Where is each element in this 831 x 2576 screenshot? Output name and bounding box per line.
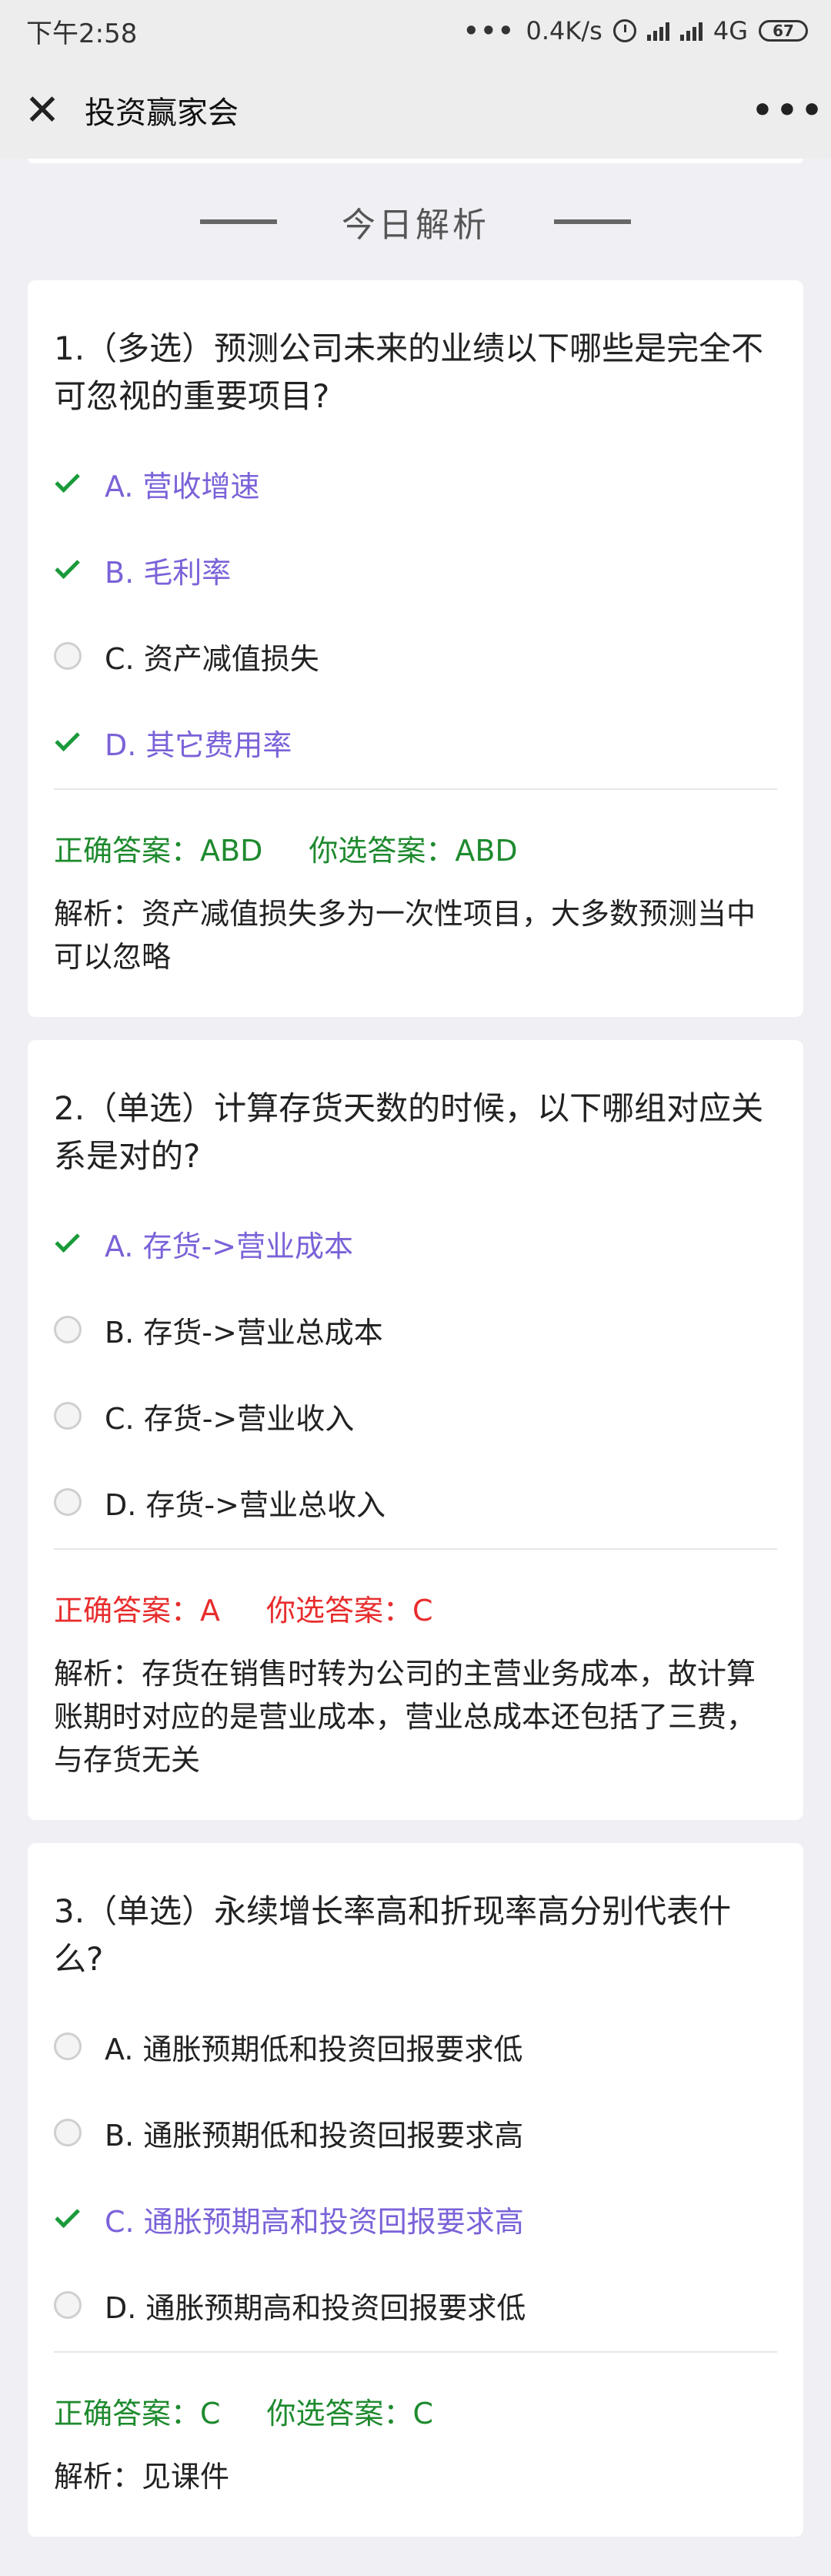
answer-summary: 正确答案：A 你选答案：C [54, 1587, 777, 1629]
section-header: 今日解析 [0, 163, 831, 280]
option-label: C. 通胀预期高和投资回报要求高 [105, 2204, 524, 2239]
status-indicators: ••• 0.4K/s 4G 67 [463, 16, 808, 45]
option-b[interactable]: B. 通胀预期低和投资回报要求高 [54, 2089, 777, 2176]
network-speed: 0.4K/s [526, 16, 602, 45]
option-label: B. 毛利率 [105, 555, 232, 590]
battery-icon: 67 [759, 20, 808, 42]
option-label: A. 存货->营业成本 [105, 1229, 354, 1263]
option-label: A. 通胀预期低和投资回报要求低 [105, 2032, 523, 2066]
check-icon [55, 2203, 80, 2229]
section-title: 今日解析 [342, 206, 489, 245]
page-title: 投资赢家会 [85, 95, 239, 131]
signal-icon [646, 21, 669, 41]
option-a[interactable]: A. 营收增速 [54, 440, 777, 527]
check-icon [55, 726, 80, 752]
option-d[interactable]: D. 存货->营业总收入 [54, 1459, 777, 1545]
radio-icon [54, 1316, 82, 1343]
option-label: D. 通胀预期高和投资回报要求低 [105, 2290, 526, 2325]
option-b[interactable]: B. 存货->营业总成本 [54, 1286, 777, 1373]
option-label: D. 其它费用率 [105, 728, 292, 762]
analysis-text: 解析：见课件 [54, 2460, 230, 2494]
nav-bar: ✕ 投资赢家会 ••• [0, 62, 831, 159]
option-c[interactable]: C. 通胀预期高和投资回报要求高 [54, 2176, 777, 2262]
option-a[interactable]: A. 通胀预期低和投资回报要求低 [54, 2003, 777, 2089]
radio-icon [54, 2032, 82, 2060]
question-card-2: 2.（单选）计算存货天数的时候，以下哪组对应关系是对的? A. 存货->营业成本… [28, 1040, 803, 1820]
option-label: B. 通胀预期低和投资回报要求高 [105, 2118, 524, 2153]
question-text: 2.（单选）计算存货天数的时候，以下哪组对应关系是对的? [54, 1089, 764, 1175]
option-c[interactable]: C. 资产减值损失 [54, 613, 777, 699]
option-b[interactable]: B. 毛利率 [54, 527, 777, 613]
answer-summary: 正确答案：C 你选答案：C [54, 2390, 777, 2432]
radio-icon [54, 1402, 82, 1430]
option-label: C. 资产减值损失 [105, 641, 319, 676]
question-text: 1.（多选）预测公司未来的业绩以下哪些是完全不可忽视的重要项目? [54, 330, 764, 415]
correct-answer: 正确答案：C [54, 2397, 221, 2430]
battery-level: 67 [773, 22, 794, 40]
option-d[interactable]: D. 其它费用率 [54, 699, 777, 785]
option-label: B. 存货->营业总成本 [105, 1315, 383, 1350]
more-icon: ••• [751, 90, 826, 130]
status-bar: 下午2:58 ••• 0.4K/s 4G 67 [0, 0, 831, 62]
radio-icon [54, 1488, 82, 1516]
divider [54, 1548, 777, 1550]
correct-answer: 正确答案：ABD [54, 834, 263, 868]
section-divider-left [200, 219, 277, 224]
alarm-icon [612, 19, 636, 42]
check-icon [55, 1227, 80, 1253]
close-button[interactable]: ✕ [0, 62, 85, 159]
more-notifications-icon: ••• [463, 16, 516, 45]
radio-icon [54, 2291, 82, 2319]
question-card-3: 3.（单选）永续增长率高和折现率高分别代表什么? A. 通胀预期低和投资回报要求… [28, 1843, 803, 2537]
content: 今日解析 1.（多选）预测公司未来的业绩以下哪些是完全不可忽视的重要项目? A.… [0, 159, 831, 2560]
option-label: A. 营收增速 [105, 469, 260, 503]
radio-icon [54, 2119, 82, 2146]
question-card-1: 1.（多选）预测公司未来的业绩以下哪些是完全不可忽视的重要项目? A. 营收增速… [28, 280, 803, 1017]
option-a[interactable]: A. 存货->营业成本 [54, 1200, 777, 1286]
your-answer: 你选答案：C [266, 1594, 433, 1628]
signal-icon-2 [679, 21, 703, 41]
divider [54, 2351, 777, 2353]
option-label: D. 存货->营业总收入 [105, 1487, 385, 1522]
close-icon: ✕ [24, 85, 61, 135]
answer-summary: 正确答案：ABD 你选答案：ABD [54, 827, 777, 869]
more-button[interactable]: ••• [746, 62, 831, 159]
section-divider-right [554, 219, 631, 224]
check-icon [55, 554, 80, 580]
your-answer: 你选答案：C [266, 2397, 434, 2430]
option-label: C. 存货->营业收入 [105, 1401, 355, 1436]
radio-icon [54, 642, 82, 670]
your-answer: 你选答案：ABD [309, 834, 518, 868]
question-text: 3.（单选）永续增长率高和折现率高分别代表什么? [54, 1892, 732, 1978]
divider [54, 788, 777, 790]
check-icon [55, 467, 80, 493]
correct-answer: 正确答案：A [54, 1594, 220, 1628]
analysis-text: 解析：存货在销售时转为公司的主营业务成本，故计算账期时对应的是营业成本，营业总成… [54, 1657, 756, 1777]
analysis-text: 解析：资产减值损失多为一次性项目，大多数预测当中可以忽略 [54, 897, 756, 974]
network-type: 4G [713, 16, 748, 45]
option-d[interactable]: D. 通胀预期高和投资回报要求低 [54, 2262, 777, 2348]
status-time: 下午2:58 [26, 18, 138, 49]
option-c[interactable]: C. 存货->营业收入 [54, 1373, 777, 1459]
